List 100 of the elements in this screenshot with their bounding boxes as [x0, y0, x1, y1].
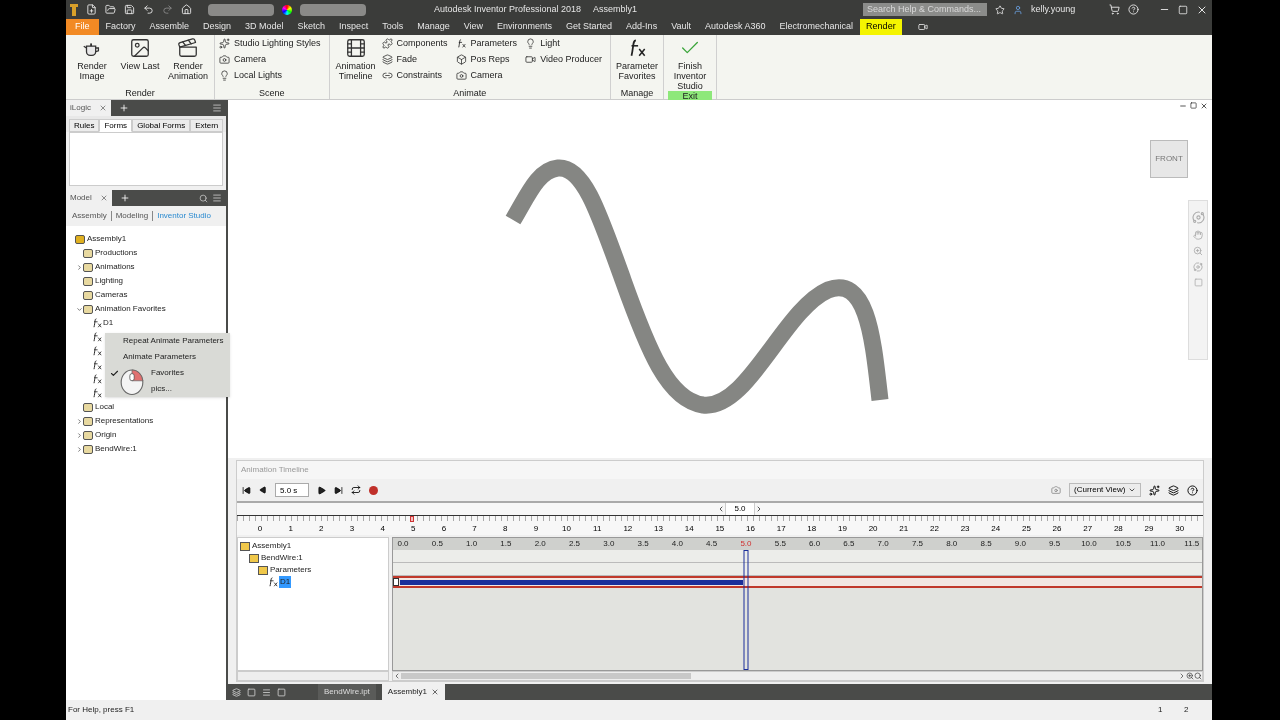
collapse-icon[interactable] — [76, 305, 83, 313]
panel-subtab[interactable]: Rules — [69, 119, 100, 132]
scrollbar[interactable] — [237, 671, 389, 681]
close-icon[interactable] — [1200, 102, 1208, 110]
tree-item[interactable]: Local — [95, 401, 115, 413]
save-icon[interactable] — [124, 4, 135, 15]
zoom-out-icon[interactable] — [1194, 672, 1202, 680]
tree-item[interactable]: Parameters — [270, 564, 312, 576]
tree-item[interactable]: D1 — [103, 317, 114, 329]
ribbon-tab[interactable]: Design — [196, 19, 239, 35]
ribbon-small-button[interactable]: Pos Reps — [455, 53, 518, 66]
ribbon-tab[interactable]: Tools — [375, 19, 411, 35]
menu-item[interactable]: Animate Parameters — [105, 349, 230, 365]
zoom-icon[interactable] — [1186, 672, 1194, 680]
tree-item[interactable]: Cameras — [95, 289, 128, 301]
panel-subtab[interactable]: Forms — [99, 119, 133, 132]
panel-tab[interactable]: Model — [66, 190, 112, 206]
ribbon-tab[interactable]: Sketch — [290, 19, 333, 35]
new-file-icon[interactable] — [86, 4, 97, 15]
skip-to-start-icon[interactable] — [242, 485, 251, 495]
ribbon-tab[interactable]: Manage — [410, 19, 457, 35]
material-dropdown[interactable] — [208, 3, 274, 16]
camera-select[interactable]: (Current View) — [1069, 483, 1141, 497]
star-icon[interactable] — [995, 4, 1005, 15]
ribbon-button[interactable]: Parameter Favorites — [615, 37, 659, 81]
scroll-right-icon[interactable] — [1178, 672, 1186, 680]
ribbon-tab[interactable]: Environments — [490, 19, 560, 35]
ribbon-tab[interactable]: Factory — [98, 19, 143, 35]
tree-item[interactable]: Productions — [95, 247, 138, 259]
home-icon[interactable] — [181, 4, 192, 15]
ribbon-tab[interactable]: Get Started — [559, 19, 620, 35]
help-icon[interactable] — [1187, 484, 1198, 496]
tree-item[interactable]: Assembly1 — [252, 540, 292, 552]
expand-icon[interactable] — [76, 431, 83, 439]
view-cube[interactable]: FRONT — [1150, 140, 1188, 178]
ribbon-small-button[interactable]: Fade — [381, 53, 448, 66]
undo-icon[interactable] — [143, 4, 154, 15]
ribbon-button[interactable]: Animation Timeline — [333, 37, 378, 81]
menu-icon[interactable] — [212, 103, 222, 113]
cart-icon[interactable] — [1109, 4, 1120, 15]
playhead[interactable] — [743, 550, 749, 670]
next-icon[interactable] — [755, 505, 763, 513]
tree-item[interactable]: Representations — [95, 415, 154, 427]
tree-item[interactable]: BendWire:1 — [95, 443, 137, 455]
ribbon-button[interactable]: Finish Inventor Studio — [668, 37, 712, 91]
maximize-icon[interactable] — [1178, 4, 1188, 15]
play-icon[interactable] — [317, 485, 326, 495]
redo-icon[interactable] — [162, 4, 173, 15]
document-tab[interactable]: BendWire.ipt — [318, 684, 376, 700]
previous-icon[interactable] — [717, 505, 725, 513]
scroll-left-icon[interactable] — [393, 672, 401, 680]
keyframe-handle[interactable] — [393, 578, 399, 586]
ribbon-small-button[interactable]: Camera — [219, 53, 321, 66]
ribbon-tab[interactable]: Assemble — [142, 19, 197, 35]
scrollbar-thumb[interactable] — [401, 673, 691, 679]
ribbon-tab[interactable]: Add-Ins — [619, 19, 665, 35]
ribbon-button[interactable]: Render Animation — [166, 37, 210, 81]
tree-item[interactable]: Assembly1 — [87, 233, 127, 245]
time-marker[interactable] — [410, 516, 414, 522]
panel-tab[interactable]: iLogic — [66, 100, 111, 116]
tree-item[interactable]: D1 — [279, 576, 292, 588]
ribbon-button[interactable]: Render Image — [70, 37, 114, 81]
tree-item[interactable]: Lighting — [95, 275, 124, 287]
panel-subtab[interactable]: Global Forms — [132, 119, 191, 132]
ribbon-small-button[interactable]: Constraints — [381, 69, 448, 82]
ribbon-tab[interactable]: Autodesk A360 — [698, 19, 773, 35]
menu-icon[interactable] — [212, 193, 222, 203]
mode-tab[interactable]: Assembly — [72, 210, 107, 222]
add-icon[interactable] — [118, 103, 129, 113]
panel-subtab[interactable]: Extern — [190, 119, 224, 132]
mode-tab[interactable]: Inventor Studio — [157, 210, 211, 222]
appearance-dropdown[interactable] — [300, 3, 366, 16]
ribbon-small-button[interactable]: Parameters — [455, 37, 518, 50]
open-folder-icon[interactable] — [105, 4, 116, 15]
expand-icon[interactable] — [76, 263, 83, 271]
expand-icon[interactable] — [76, 417, 83, 425]
add-icon[interactable] — [119, 193, 130, 203]
ribbon-button[interactable]: View Last — [118, 37, 162, 71]
tree-item[interactable]: Origin — [95, 429, 117, 441]
ribbon-small-button[interactable]: Video Producer — [525, 53, 602, 66]
document-tab[interactable]: Assembly1 — [381, 684, 445, 700]
repeat-icon[interactable] — [351, 485, 361, 495]
mode-tab[interactable]: Modeling — [115, 210, 149, 222]
video-icon[interactable] — [917, 22, 928, 32]
ribbon-small-button[interactable]: Components — [381, 37, 448, 50]
ribbon-tab[interactable]: 3D Model — [238, 19, 291, 35]
step-back-icon[interactable] — [259, 486, 267, 494]
record-icon[interactable] — [369, 485, 378, 495]
ribbon-small-button[interactable]: Local Lights — [219, 69, 321, 82]
arrange-icon[interactable] — [262, 687, 271, 697]
ribbon-small-button[interactable]: Studio Lighting Styles — [219, 37, 321, 50]
tree-item[interactable]: BendWire:1 — [261, 552, 303, 564]
ribbon-tab[interactable]: Electromechanical — [772, 19, 861, 35]
expand-icon[interactable] — [76, 445, 83, 453]
restore-icon[interactable] — [1190, 102, 1197, 109]
user-name[interactable]: kelly.young — [1031, 2, 1101, 17]
time-field[interactable]: 5.0 s — [275, 483, 309, 497]
ribbon-tab[interactable]: Render — [860, 19, 902, 35]
skip-to-end-icon[interactable] — [334, 485, 343, 495]
ribbon-tab[interactable]: View — [456, 19, 491, 35]
